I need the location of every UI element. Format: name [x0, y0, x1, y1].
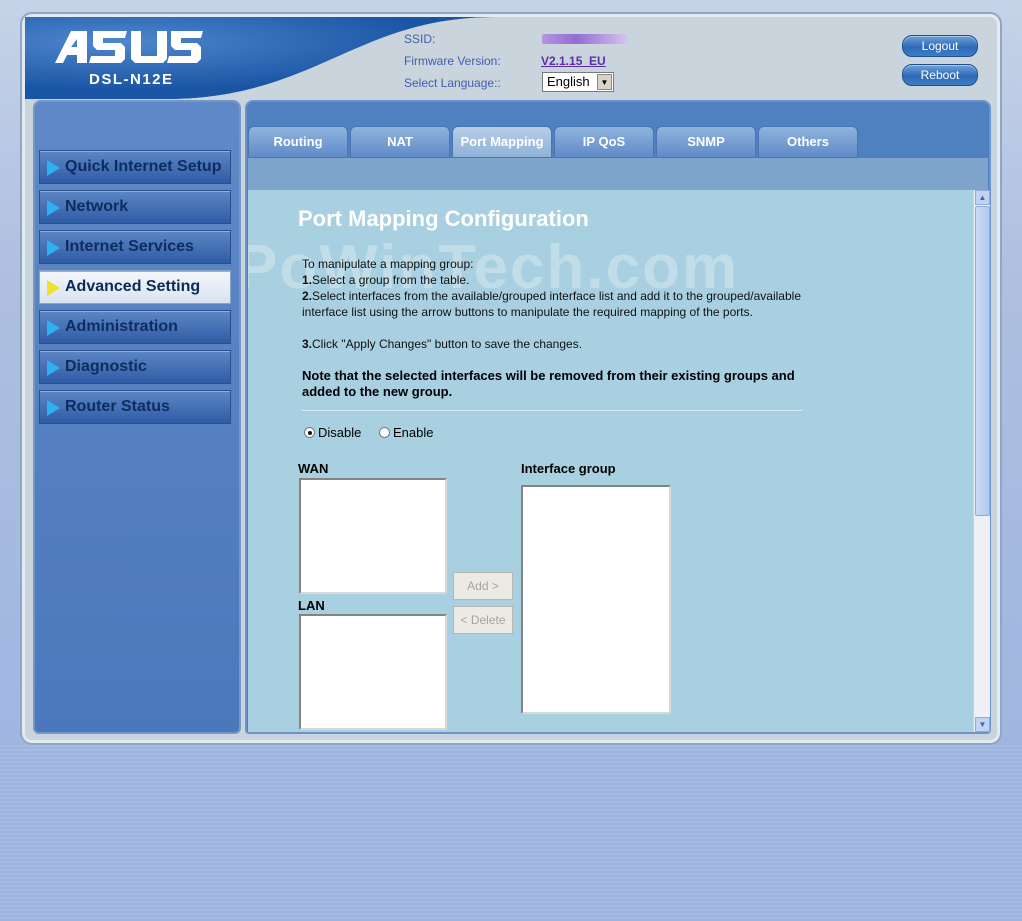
firmware-label: Firmware Version:	[404, 54, 501, 68]
language-select[interactable]: English ▼	[542, 72, 614, 92]
page-title: Port Mapping Configuration	[298, 206, 589, 231]
arrow-right-icon	[47, 280, 60, 296]
add-button[interactable]: Add >	[453, 572, 513, 600]
interface-group-label: Interface group	[521, 461, 616, 476]
sidebar-item-advanced-setting[interactable]: Advanced Setting	[39, 270, 231, 304]
firmware-version-link[interactable]: V2.1.15_EU	[541, 54, 606, 68]
logout-button[interactable]: Logout	[902, 35, 978, 57]
disable-radio[interactable]	[304, 427, 315, 438]
wan-label: WAN	[298, 461, 329, 476]
sidebar-item-label: Advanced Setting	[65, 278, 201, 295]
tab-snmp[interactable]: SNMP	[656, 126, 756, 158]
lan-label: LAN	[298, 598, 325, 613]
tab-nat[interactable]: NAT	[350, 126, 450, 158]
sidebar-item-label: Quick Internet Setup	[65, 158, 222, 175]
wan-listbox[interactable]	[299, 478, 447, 594]
instructions-intro: To manipulate a mapping group:	[302, 257, 474, 271]
delete-button[interactable]: < Delete	[453, 606, 513, 634]
tab-others[interactable]: Others	[758, 126, 858, 158]
tab-port-mapping[interactable]: Port Mapping	[452, 126, 552, 158]
vertical-scrollbar[interactable]: ▲ ▼	[973, 190, 990, 732]
arrow-right-icon	[47, 320, 60, 336]
sidebar: Quick Internet Setup Network Internet Se…	[33, 100, 241, 734]
scroll-up-icon[interactable]: ▲	[975, 190, 990, 205]
instructions-step-3: 3.Click "Apply Changes" button to save t…	[302, 337, 583, 351]
ssid-label: SSID:	[404, 32, 436, 46]
note-text: Note that the selected interfaces will b…	[302, 368, 795, 399]
sidebar-item-internet-services[interactable]: Internet Services	[39, 230, 231, 264]
language-label: Select Language::	[404, 76, 501, 90]
config-panel: PoWinTech.com Port Mapping Configuration…	[248, 190, 973, 732]
tab-ip-qos[interactable]: IP QoS	[554, 126, 654, 158]
arrow-right-icon	[47, 360, 60, 376]
interface-group-listbox[interactable]	[521, 485, 671, 714]
asus-logo	[55, 29, 203, 65]
sidebar-item-quick-internet-setup[interactable]: Quick Internet Setup	[39, 150, 231, 184]
disable-label: Disable	[318, 425, 362, 440]
divider	[302, 410, 802, 411]
arrow-right-icon	[47, 200, 60, 216]
language-selected-value: English	[547, 74, 590, 89]
instructions-step-2: 2.Select interfaces from the available/g…	[302, 289, 801, 319]
arrow-right-icon	[47, 160, 60, 176]
sidebar-item-label: Router Status	[65, 398, 170, 415]
model-name: DSL-N12E	[89, 71, 174, 88]
enable-label: Enable	[393, 425, 434, 440]
instructions-step-1: 1.Select a group from the table.	[302, 273, 470, 287]
sidebar-item-diagnostic[interactable]: Diagnostic	[39, 350, 231, 384]
dropdown-arrow-icon[interactable]: ▼	[597, 74, 612, 90]
ssid-value	[542, 34, 628, 44]
arrow-right-icon	[47, 400, 60, 416]
sidebar-item-router-status[interactable]: Router Status	[39, 390, 231, 424]
header: DSL-N12E SSID: Firmware Version: V2.1.15…	[22, 14, 1000, 102]
sidebar-item-label: Internet Services	[65, 238, 194, 255]
sidebar-item-label: Diagnostic	[65, 358, 147, 375]
page-background	[0, 745, 1022, 921]
sub-bar	[248, 158, 988, 190]
arrow-right-icon	[47, 240, 60, 256]
tab-routing[interactable]: Routing	[248, 126, 348, 158]
lan-listbox[interactable]	[299, 614, 447, 730]
scroll-down-icon[interactable]: ▼	[975, 717, 990, 732]
enable-radio[interactable]	[379, 427, 390, 438]
sidebar-item-label: Administration	[65, 318, 178, 335]
content-area: Routing NAT Port Mapping IP QoS SNMP Oth…	[245, 100, 991, 734]
sidebar-item-network[interactable]: Network	[39, 190, 231, 224]
sidebar-item-administration[interactable]: Administration	[39, 310, 231, 344]
reboot-button[interactable]: Reboot	[902, 64, 978, 86]
router-frame: DSL-N12E SSID: Firmware Version: V2.1.15…	[20, 12, 1002, 745]
sidebar-item-label: Network	[65, 198, 129, 215]
scroll-thumb[interactable]	[975, 206, 990, 516]
